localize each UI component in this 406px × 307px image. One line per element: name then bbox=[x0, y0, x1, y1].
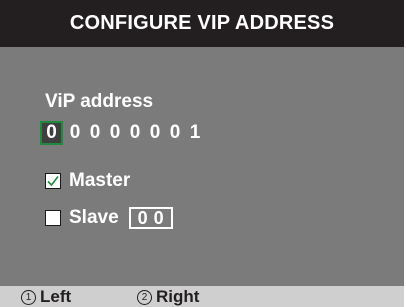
left-hint[interactable]: 1 Left bbox=[21, 287, 71, 307]
master-option[interactable]: Master bbox=[45, 170, 130, 192]
vip-digit-4[interactable]: 0 bbox=[105, 122, 125, 144]
vip-config-screen: CONFIGURE VIP ADDRESS ViP address 0 0 0 … bbox=[0, 0, 404, 307]
button-1-icon: 1 bbox=[21, 289, 36, 305]
vip-digit-3[interactable]: 0 bbox=[85, 122, 105, 144]
slave-checkbox[interactable] bbox=[45, 210, 61, 226]
left-hint-label: Left bbox=[40, 287, 72, 306]
vip-digit-6[interactable]: 0 bbox=[145, 122, 165, 144]
screen-title: CONFIGURE VIP ADDRESS bbox=[69, 12, 335, 34]
vip-digit-8[interactable]: 1 bbox=[185, 122, 205, 144]
vip-address-label: ViP address bbox=[45, 91, 154, 112]
master-label: Master bbox=[69, 170, 131, 191]
vip-digit-2[interactable]: 0 bbox=[65, 122, 85, 144]
title-bar: CONFIGURE VIP ADDRESS bbox=[0, 0, 404, 47]
slave-digit-1[interactable]: 0 bbox=[135, 209, 151, 227]
vip-address-field[interactable]: 0 0 0 0 0 0 0 1 bbox=[40, 121, 205, 145]
right-hint-label: Right bbox=[156, 287, 200, 306]
master-checkbox[interactable] bbox=[45, 173, 61, 189]
slave-label: Slave bbox=[69, 207, 119, 228]
slave-option[interactable]: Slave 0 0 bbox=[45, 207, 173, 229]
slave-digit-2[interactable]: 0 bbox=[151, 209, 167, 227]
right-hint[interactable]: 2 Right bbox=[137, 287, 199, 307]
vip-digit-5[interactable]: 0 bbox=[125, 122, 145, 144]
vip-digit-1[interactable]: 0 bbox=[40, 121, 63, 145]
slave-id-field[interactable]: 0 0 bbox=[128, 207, 173, 229]
footer-hints: 1 Left 2 Right bbox=[0, 286, 404, 307]
vip-digit-7[interactable]: 0 bbox=[165, 122, 185, 144]
checkmark-icon bbox=[47, 176, 59, 187]
button-2-icon: 2 bbox=[137, 289, 152, 305]
